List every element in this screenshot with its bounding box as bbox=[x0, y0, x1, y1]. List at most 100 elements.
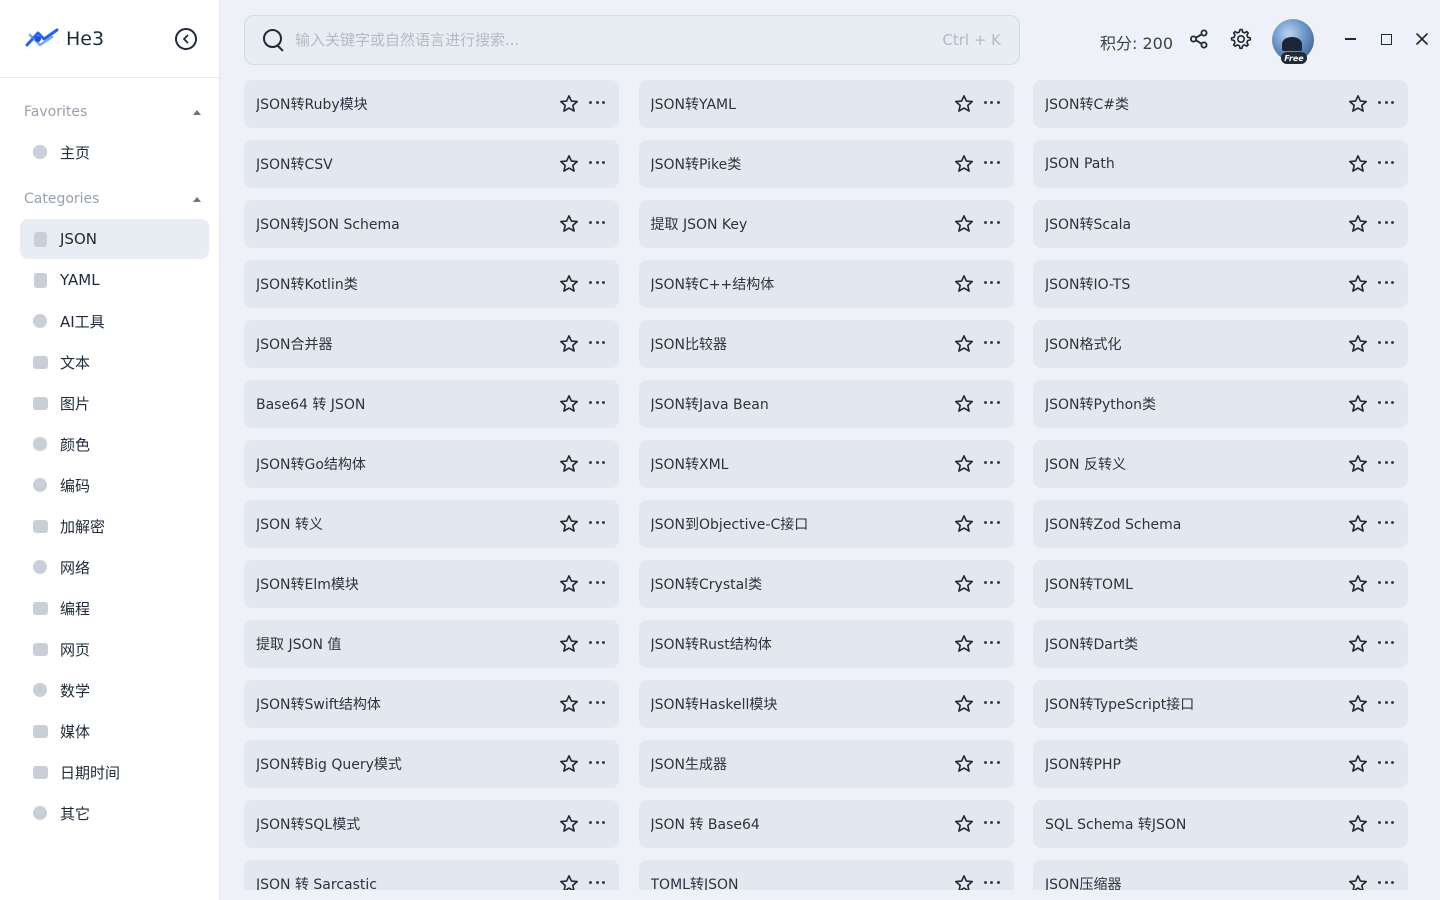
tool-card[interactable]: JSON转Haskell模块 bbox=[638, 680, 1014, 728]
more-options-icon[interactable] bbox=[589, 456, 605, 472]
tool-card[interactable]: 提取 JSON 值 bbox=[244, 620, 619, 668]
close-button[interactable] bbox=[1413, 30, 1431, 48]
minimize-button[interactable] bbox=[1341, 30, 1359, 48]
more-options-icon[interactable] bbox=[983, 696, 1000, 712]
more-options-icon[interactable] bbox=[983, 156, 1000, 172]
sidebar-item-encode[interactable]: 编码 bbox=[20, 465, 209, 505]
star-icon[interactable] bbox=[1348, 634, 1368, 654]
tool-card[interactable]: JSON格式化 bbox=[1033, 320, 1408, 368]
sidebar-item-json[interactable]: JSON bbox=[20, 219, 209, 259]
more-options-icon[interactable] bbox=[1378, 816, 1394, 832]
tool-card[interactable]: JSON到Objective-C接口 bbox=[638, 500, 1014, 548]
star-icon[interactable] bbox=[1348, 574, 1368, 594]
search-input[interactable] bbox=[295, 31, 931, 49]
sidebar-item-color[interactable]: 颜色 bbox=[20, 424, 209, 464]
tool-card[interactable]: JSON比较器 bbox=[638, 320, 1014, 368]
more-options-icon[interactable] bbox=[589, 756, 605, 772]
maximize-button[interactable] bbox=[1377, 30, 1395, 48]
star-icon[interactable] bbox=[1348, 214, 1368, 234]
tool-card[interactable]: JSON转Ruby模块 bbox=[244, 80, 619, 128]
star-icon[interactable] bbox=[1348, 814, 1368, 834]
star-icon[interactable] bbox=[954, 814, 974, 834]
tool-card[interactable]: JSON转CSV bbox=[244, 140, 619, 188]
tool-card[interactable]: Base64 转 JSON bbox=[244, 380, 619, 428]
sidebar-item-media[interactable]: 媒体 bbox=[20, 711, 209, 751]
sidebar-item-text[interactable]: 文本 bbox=[20, 342, 209, 382]
sidebar-item-home[interactable]: 主页 bbox=[20, 132, 209, 172]
star-icon[interactable] bbox=[1348, 274, 1368, 294]
star-icon[interactable] bbox=[559, 334, 579, 354]
star-icon[interactable] bbox=[559, 694, 579, 714]
star-icon[interactable] bbox=[1348, 154, 1368, 174]
more-options-icon[interactable] bbox=[1378, 156, 1394, 172]
star-icon[interactable] bbox=[559, 814, 579, 834]
tool-card[interactable]: JSON转Go结构体 bbox=[244, 440, 619, 488]
more-options-icon[interactable] bbox=[1378, 96, 1394, 112]
more-options-icon[interactable] bbox=[1378, 636, 1394, 652]
star-icon[interactable] bbox=[954, 694, 974, 714]
star-icon[interactable] bbox=[559, 394, 579, 414]
star-icon[interactable] bbox=[954, 634, 974, 654]
tool-card[interactable]: JSON 转 Sarcastic bbox=[244, 860, 619, 890]
star-icon[interactable] bbox=[1348, 94, 1368, 114]
favorites-section-header[interactable]: Favorites bbox=[0, 100, 219, 124]
star-icon[interactable] bbox=[1348, 874, 1368, 890]
star-icon[interactable] bbox=[559, 454, 579, 474]
star-icon[interactable] bbox=[1348, 694, 1368, 714]
tool-card[interactable]: TOML转JSON bbox=[638, 860, 1014, 890]
tool-card[interactable]: JSON转Big Query模式 bbox=[244, 740, 619, 788]
tool-card[interactable]: JSON转Crystal类 bbox=[638, 560, 1014, 608]
tool-card[interactable]: JSON转Dart类 bbox=[1033, 620, 1408, 668]
more-options-icon[interactable] bbox=[1378, 276, 1394, 292]
more-options-icon[interactable] bbox=[589, 816, 605, 832]
star-icon[interactable] bbox=[954, 454, 974, 474]
more-options-icon[interactable] bbox=[1378, 336, 1394, 352]
tool-card[interactable]: JSON 转义 bbox=[244, 500, 619, 548]
gear-icon[interactable] bbox=[1230, 28, 1252, 50]
more-options-icon[interactable] bbox=[983, 576, 1000, 592]
more-options-icon[interactable] bbox=[589, 516, 605, 532]
more-options-icon[interactable] bbox=[1378, 516, 1394, 532]
more-options-icon[interactable] bbox=[589, 276, 605, 292]
star-icon[interactable] bbox=[954, 274, 974, 294]
more-options-icon[interactable] bbox=[589, 96, 605, 112]
tool-card[interactable]: JSON转IO-TS bbox=[1033, 260, 1408, 308]
more-options-icon[interactable] bbox=[983, 456, 1000, 472]
sidebar-item-yaml[interactable]: YAML bbox=[20, 260, 209, 300]
star-icon[interactable] bbox=[559, 274, 579, 294]
star-icon[interactable] bbox=[1348, 334, 1368, 354]
tool-card[interactable]: JSON转TOML bbox=[1033, 560, 1408, 608]
star-icon[interactable] bbox=[1348, 394, 1368, 414]
collapse-sidebar-button[interactable] bbox=[175, 27, 197, 50]
sidebar-item-datetime[interactable]: 日期时间 bbox=[20, 752, 209, 792]
star-icon[interactable] bbox=[559, 874, 579, 890]
more-options-icon[interactable] bbox=[1378, 696, 1394, 712]
search-bar[interactable]: Ctrl + K bbox=[244, 15, 1020, 65]
star-icon[interactable] bbox=[954, 214, 974, 234]
tool-card[interactable]: JSON转Rust结构体 bbox=[638, 620, 1014, 668]
star-icon[interactable] bbox=[954, 334, 974, 354]
tool-card[interactable]: JSON转TypeScript接口 bbox=[1033, 680, 1408, 728]
more-options-icon[interactable] bbox=[589, 156, 605, 172]
star-icon[interactable] bbox=[954, 754, 974, 774]
sidebar-item-math[interactable]: 数学 bbox=[20, 670, 209, 710]
sidebar-item-other[interactable]: 其它 bbox=[20, 793, 209, 833]
star-icon[interactable] bbox=[954, 394, 974, 414]
tool-card[interactable]: JSON转YAML bbox=[638, 80, 1014, 128]
star-icon[interactable] bbox=[1348, 754, 1368, 774]
tool-card[interactable]: JSON转C#类 bbox=[1033, 80, 1408, 128]
star-icon[interactable] bbox=[559, 574, 579, 594]
star-icon[interactable] bbox=[954, 94, 974, 114]
more-options-icon[interactable] bbox=[1378, 756, 1394, 772]
star-icon[interactable] bbox=[559, 94, 579, 114]
more-options-icon[interactable] bbox=[1378, 456, 1394, 472]
more-options-icon[interactable] bbox=[589, 576, 605, 592]
star-icon[interactable] bbox=[954, 574, 974, 594]
sidebar-item-network[interactable]: 网络 bbox=[20, 547, 209, 587]
star-icon[interactable] bbox=[954, 514, 974, 534]
star-icon[interactable] bbox=[954, 874, 974, 890]
more-options-icon[interactable] bbox=[983, 216, 1000, 232]
star-icon[interactable] bbox=[559, 754, 579, 774]
tool-card[interactable]: JSON转JSON Schema bbox=[244, 200, 619, 248]
tool-card[interactable]: JSON转Java Bean bbox=[638, 380, 1014, 428]
